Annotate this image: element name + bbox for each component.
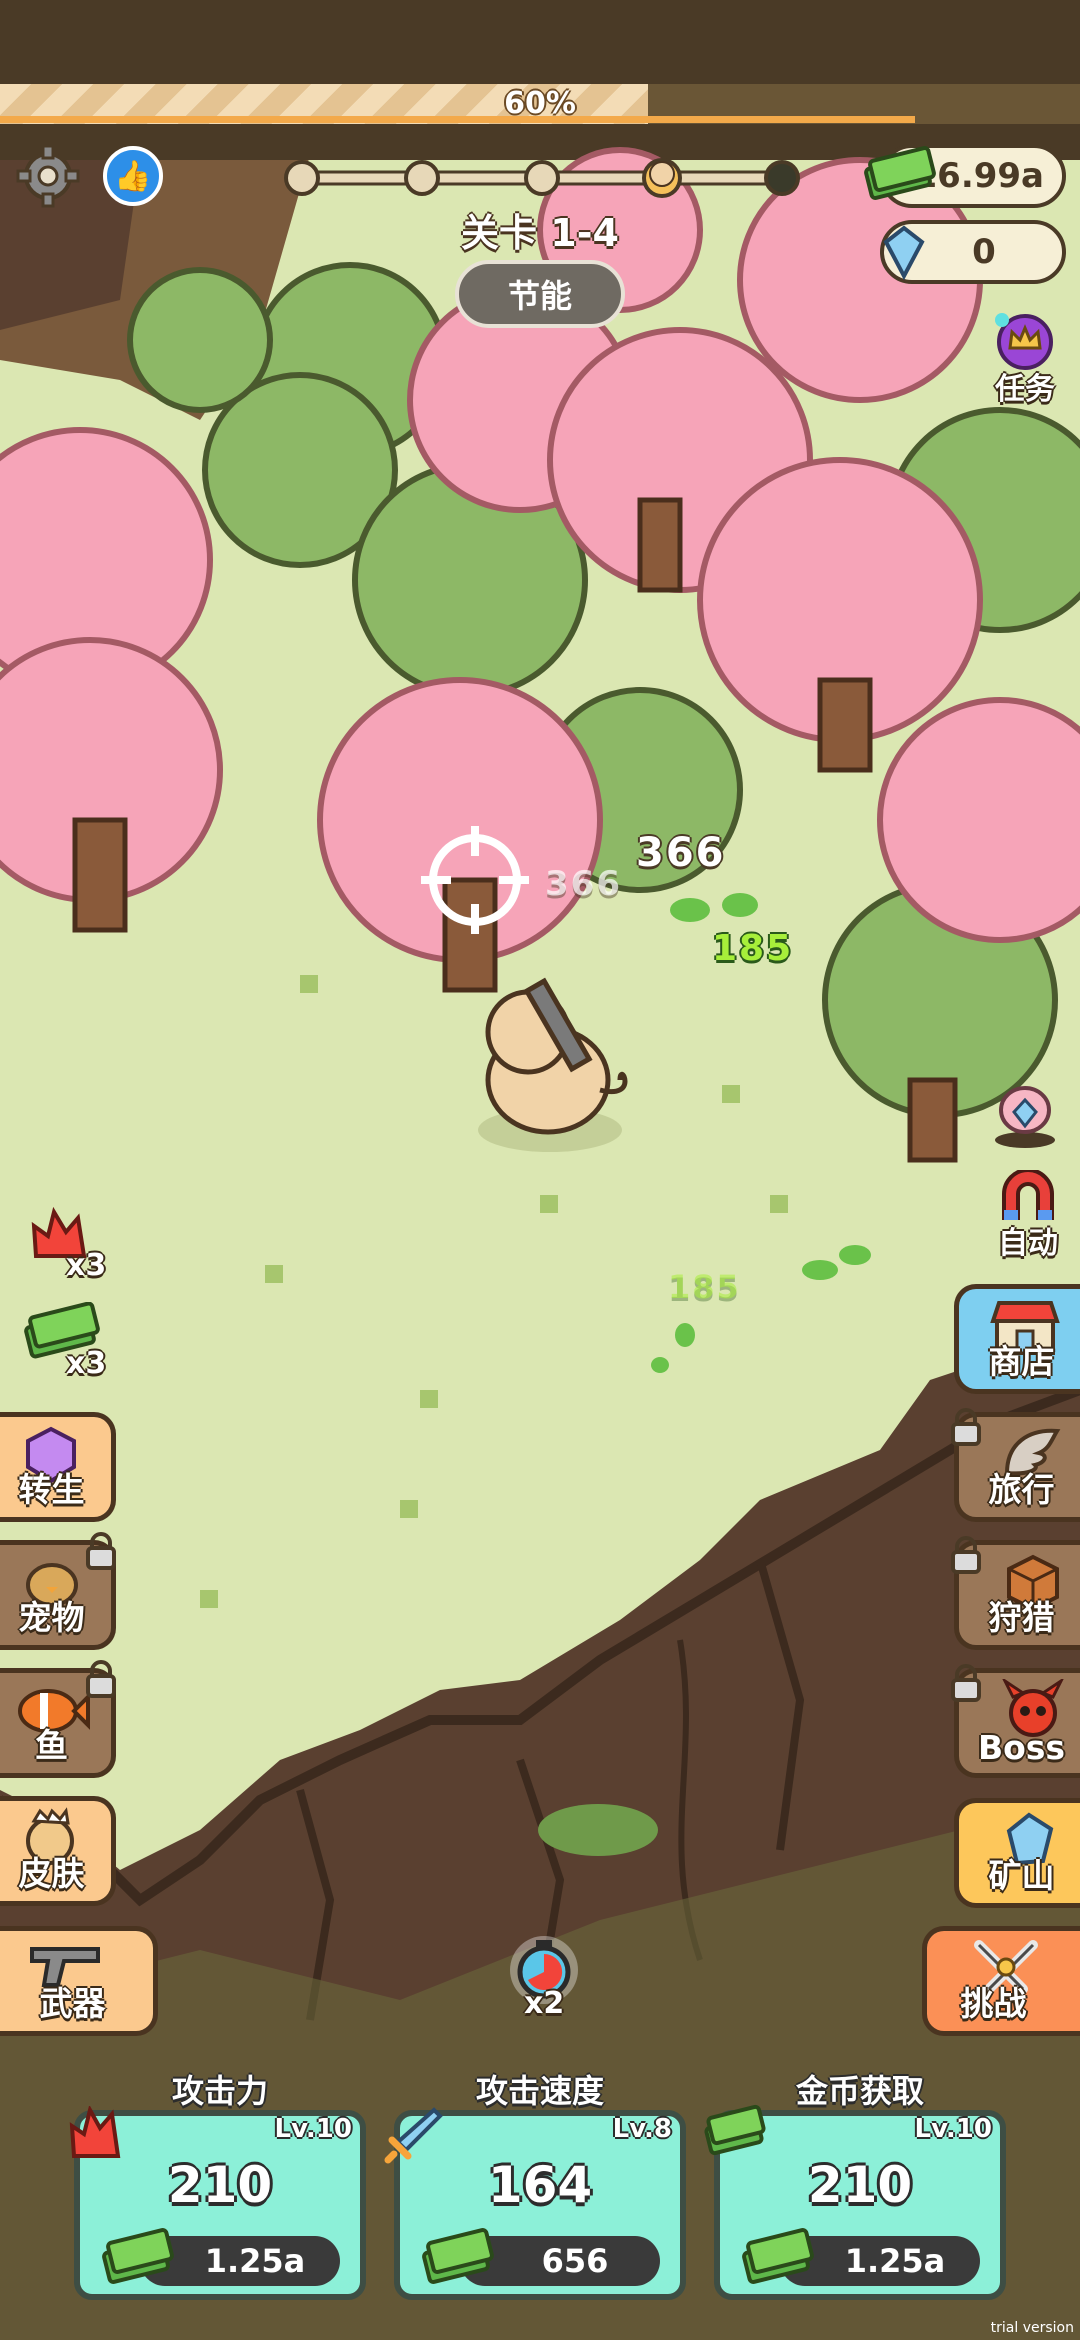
- speed-boost-multiplier: x2: [524, 1986, 565, 2021]
- cash-icon: [704, 2104, 766, 2156]
- boss-button[interactable]: Boss: [951, 1664, 1080, 1778]
- like-button[interactable]: 👍: [103, 146, 163, 206]
- cash-gain-number-fading: 185: [668, 1268, 741, 1306]
- upgrade-value: 164: [487, 2156, 593, 2214]
- upgrade-level: Lv.10: [274, 2114, 352, 2144]
- game-screen: 60% 👍 关卡 1-4 节能 16.99a 0 任务 366 366 185 …: [0, 0, 1080, 2340]
- travel-label: 旅行: [988, 1470, 1055, 1509]
- task-label: 任务: [995, 372, 1055, 407]
- upgrade-value: 210: [807, 2156, 913, 2214]
- fish-button[interactable]: 鱼: [0, 1660, 116, 1778]
- shop-label: 商店: [988, 1342, 1055, 1381]
- upgrade-value: 210: [167, 2156, 273, 2214]
- challenge-label: 挑战: [960, 1984, 1027, 2023]
- cash-boost[interactable]: x3: [22, 1301, 112, 1382]
- skin-button[interactable]: 皮肤: [0, 1796, 116, 1906]
- lock-icon: [951, 1664, 981, 1702]
- upgrade-level: Lv.8: [612, 2114, 672, 2144]
- travel-button[interactable]: 旅行: [951, 1408, 1080, 1522]
- lock-icon: [86, 1532, 116, 1570]
- skin-label: 皮肤: [18, 1854, 85, 1893]
- cash-stack-icon: [742, 2228, 814, 2284]
- hunt-button[interactable]: 狩猎: [951, 1536, 1080, 1650]
- level-label: 关卡 1-4: [461, 211, 619, 255]
- stage-node: [404, 160, 440, 196]
- upgrade-level: Lv.10: [914, 2114, 992, 2144]
- gem-counter: 0: [880, 220, 1066, 284]
- rebirth-button[interactable]: 转生: [0, 1412, 116, 1522]
- lock-icon: [951, 1536, 981, 1574]
- stage-node: [284, 160, 320, 196]
- cat-face-icon: [649, 161, 675, 187]
- rebirth-label: 转生: [18, 1470, 85, 1509]
- pet-button[interactable]: 宠物: [0, 1532, 116, 1650]
- fire-attack-icon: [69, 2106, 121, 2158]
- upgrade-cost: 1.25a: [844, 2242, 946, 2280]
- challenge-button[interactable]: 挑战: [922, 1926, 1080, 2036]
- upgrade-cost: 1.25a: [204, 2242, 306, 2280]
- diamond-icon: [883, 225, 925, 281]
- gear-icon: [16, 144, 80, 208]
- weapon-label: 武器: [39, 1984, 106, 2023]
- boss-label: Boss: [977, 1728, 1066, 1767]
- crown-badge-icon: [995, 313, 1053, 370]
- speed-boost[interactable]: x2: [496, 1930, 592, 2026]
- fire-boost[interactable]: x3: [26, 1206, 106, 1286]
- stage-node: [764, 160, 800, 196]
- cash-boost-multiplier: x3: [66, 1346, 107, 1381]
- watermark: trial version: [990, 2320, 1074, 2336]
- mine-button[interactable]: 矿山: [954, 1798, 1080, 1908]
- stage-progress-track: [284, 158, 800, 198]
- task-button[interactable]: 任务: [980, 310, 1070, 410]
- lock-icon: [86, 1660, 116, 1698]
- mine-label: 矿山: [988, 1856, 1055, 1895]
- pet-label: 宠物: [18, 1598, 85, 1637]
- cash-stack-icon: [422, 2228, 494, 2284]
- lock-icon: [951, 1408, 981, 1446]
- fire-boost-multiplier: x3: [66, 1248, 107, 1283]
- power-saving-button[interactable]: 节能: [455, 260, 625, 328]
- wave-progress-underline: [0, 116, 915, 123]
- cash-counter: 16.99a: [864, 144, 1066, 208]
- cash-stack-icon: [102, 2228, 174, 2284]
- hunt-label: 狩猎: [988, 1598, 1055, 1637]
- stage-node: [524, 160, 560, 196]
- upgrade-cost: 656: [541, 2242, 609, 2280]
- top-bar: [0, 0, 1080, 88]
- thumbs-up-icon: 👍: [114, 158, 152, 194]
- pig-bank[interactable]: [990, 1070, 1060, 1150]
- settings-button[interactable]: [16, 144, 80, 208]
- cash-stack-icon: [864, 146, 936, 200]
- piggy-bank-icon: [995, 1086, 1055, 1148]
- damage-number: 366: [636, 830, 726, 876]
- sword-icon: [384, 2107, 443, 2164]
- auto-label: 自动: [998, 1226, 1058, 1261]
- shop-button[interactable]: 商店: [954, 1284, 1080, 1394]
- gem-amount: 0: [972, 232, 996, 272]
- fish-label: 鱼: [35, 1726, 68, 1765]
- weapon-button[interactable]: 武器: [0, 1926, 158, 2036]
- damage-number-fading: 366: [545, 864, 622, 904]
- cash-gain-number: 185: [712, 928, 794, 969]
- auto-button[interactable]: 自动: [978, 1170, 1078, 1261]
